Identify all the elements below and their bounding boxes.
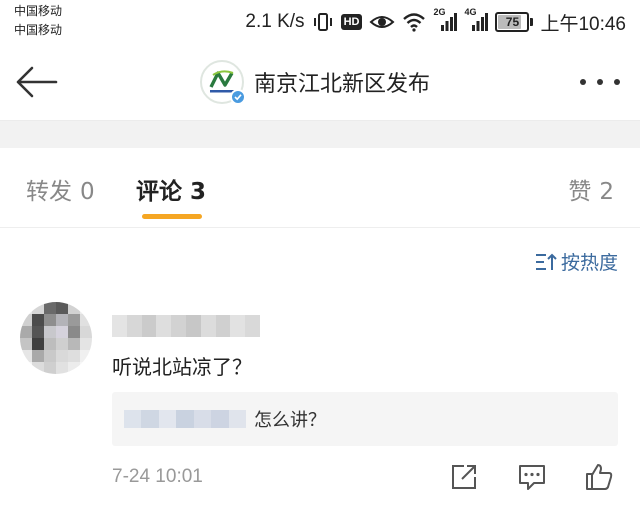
reply-button[interactable] (515, 460, 549, 494)
nav-bar: 南京江北新区发布 (0, 44, 640, 120)
network-type-1: 2G (433, 7, 446, 17)
active-tab-indicator (142, 214, 202, 219)
more-button[interactable] (580, 72, 620, 92)
reply-username-blurred[interactable] (124, 410, 246, 428)
vibrate-icon (312, 11, 334, 33)
more-dot (597, 79, 603, 85)
tab-count: 0 (80, 179, 95, 205)
tab-reposts[interactable]: 转发 0 (26, 172, 95, 206)
verified-badge-icon (230, 89, 246, 105)
sort-button[interactable]: 按热度 (535, 248, 618, 275)
wifi-icon (402, 12, 426, 32)
tab-label: 评论 (136, 179, 182, 205)
status-bar: 中国移动 中国移动 2.1 K/s HD 2G 4G 75 上午10:46 (0, 0, 640, 44)
carrier-1: 中国移动 (14, 4, 63, 18)
tab-label: 转发 (26, 179, 72, 205)
like-button[interactable] (582, 460, 616, 494)
tab-count: 2 (599, 179, 614, 205)
like-icon (586, 464, 613, 490)
more-dots-icon (580, 79, 586, 85)
tab-count: 3 (190, 179, 207, 205)
comment-text: 听说北站凉了？ (112, 355, 252, 379)
divider (0, 120, 640, 148)
page-title: 南京江北新区发布 (254, 72, 431, 97)
network-speed: 2.1 K/s (245, 11, 305, 32)
avatar[interactable] (20, 302, 92, 374)
comment-time: 7-24 10:01 (112, 466, 203, 487)
carrier-2: 中国移动 (14, 23, 63, 37)
share-button[interactable] (447, 460, 481, 494)
network-type-2: 4G (464, 7, 477, 17)
arrow-left-icon (16, 66, 58, 98)
battery-level: 75 (505, 15, 520, 29)
share-icon (452, 465, 476, 489)
reply-text: 怎么讲？ (254, 410, 326, 431)
tab-label: 赞 (568, 179, 592, 205)
signal-icon-2: 4G (464, 7, 489, 32)
back-button[interactable] (14, 62, 62, 102)
hd-icon: HD (340, 14, 363, 30)
more-dot (614, 79, 620, 85)
eye-icon (369, 12, 395, 32)
status-icons: 2.1 K/s HD 2G 4G 75 上午10:46 (245, 7, 626, 36)
signal-icon: 2G (433, 7, 458, 32)
username-blurred[interactable] (112, 315, 260, 337)
sort-icon (535, 253, 557, 270)
clock: 上午10:46 (540, 13, 626, 35)
reply-preview[interactable]: 怎么讲？ (112, 392, 618, 446)
tab-likes[interactable]: 赞2 (568, 172, 614, 206)
account-logo[interactable] (200, 60, 246, 105)
tab-bar: 转发 0 评论 3 赞2 (0, 148, 640, 228)
sort-label: 按热度 (560, 252, 618, 274)
reply-icon (519, 465, 545, 490)
account-header[interactable]: 南京江北新区发布 (200, 56, 430, 108)
tab-comments[interactable]: 评论 3 (136, 172, 206, 206)
battery-icon: 75 (495, 12, 534, 32)
